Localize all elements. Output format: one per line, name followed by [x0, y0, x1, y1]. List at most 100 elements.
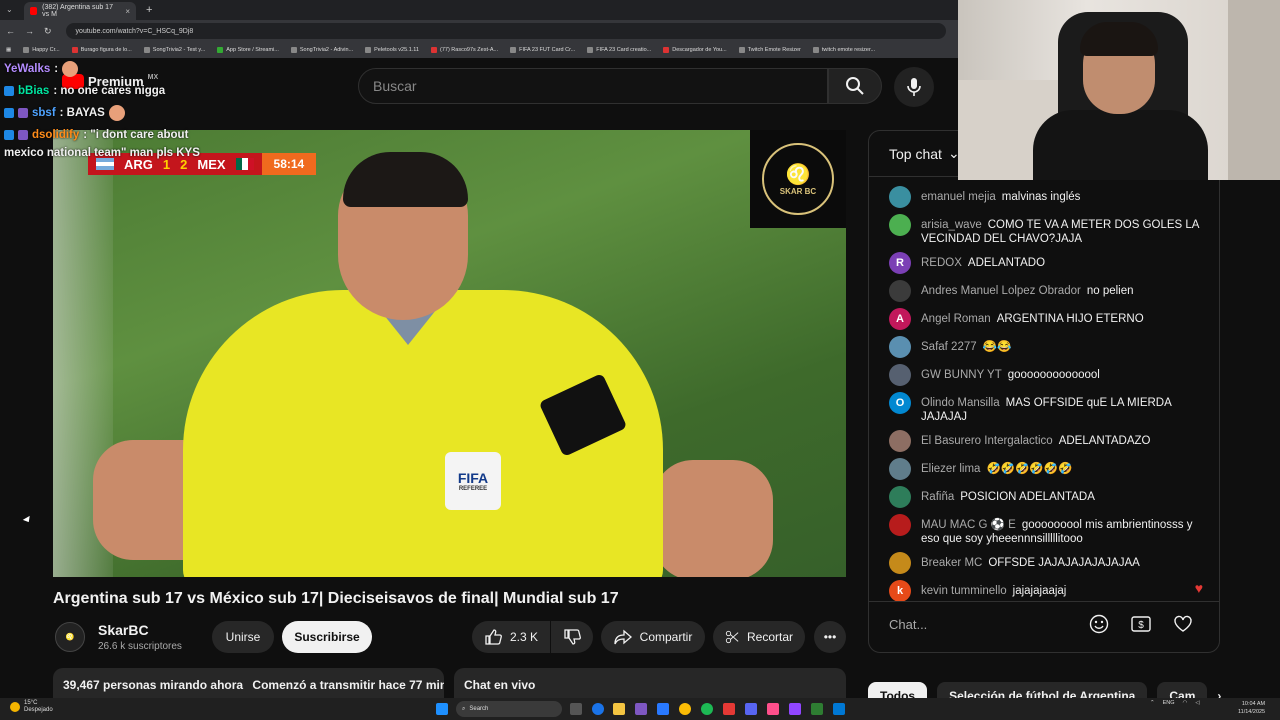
twitch-icon[interactable] [789, 703, 801, 715]
volume-icon[interactable]: ◁ [1195, 700, 1199, 706]
app-icon[interactable] [811, 703, 823, 715]
user-avatar[interactable]: O [889, 392, 911, 414]
share-button[interactable]: Compartir [601, 621, 705, 653]
app-icon[interactable] [635, 703, 647, 715]
chevron-up-icon[interactable]: ⌃ [1150, 700, 1155, 706]
bookmark-item[interactable]: Burago figura de lo... [71, 47, 132, 53]
bookmark-item[interactable]: Happy Cr... [23, 47, 60, 53]
top-chat-dropdown[interactable]: Top chat [889, 146, 942, 162]
user-avatar[interactable] [889, 552, 911, 574]
user-avatar[interactable] [889, 186, 911, 208]
super-chat-button[interactable]: $ [1129, 612, 1153, 636]
app-icon[interactable] [767, 703, 779, 715]
reload-icon[interactable]: ↻ [44, 26, 52, 37]
chat-text: POSICION ADELANTADA [960, 491, 1095, 503]
bookmark-item[interactable]: SongTrivia2 - Test y... [143, 47, 205, 53]
taskbar-search[interactable]: ⌕ Search [456, 701, 562, 717]
user-avatar[interactable] [889, 430, 911, 452]
task-view-icon[interactable] [570, 703, 582, 715]
user-avatar[interactable] [889, 514, 911, 536]
subscribe-button[interactable]: Suscribirse [282, 621, 372, 653]
like-chat-button[interactable] [1171, 612, 1195, 636]
chrome-icon[interactable] [679, 703, 691, 715]
referee-arm-right [653, 460, 773, 577]
emote-icon [108, 105, 125, 121]
discord-icon[interactable] [745, 703, 757, 715]
voice-search-button[interactable] [894, 67, 934, 107]
chat-author[interactable]: GW BUNNY YT [921, 369, 1002, 381]
search-button[interactable] [828, 68, 882, 104]
chat-author[interactable]: emanuel mejia [921, 191, 996, 203]
channel-watermark: ♌ SKAR BC [750, 130, 846, 228]
channel-name[interactable]: SkarBC [98, 622, 149, 638]
bookmark-item[interactable]: Descargador de You... [663, 47, 727, 53]
language-indicator[interactable]: ENG [1163, 700, 1175, 706]
chat-author[interactable]: El Basurero Intergalactico [921, 435, 1053, 447]
tab-list-chevron-icon[interactable]: ⌄ [6, 5, 13, 14]
browser-tab-bar: ⌄ (382) Argentina sub 17 vs M × + [0, 0, 960, 20]
bookmark-item[interactable]: FIFA 23 Card creatio... [587, 47, 651, 53]
bookmark-item[interactable]: Twitch Emote Resizer [738, 47, 801, 53]
bookmark-item[interactable]: App Store / Streami... [217, 47, 279, 53]
chat-author[interactable]: Breaker MC [921, 557, 982, 569]
weather-widget[interactable]: 15°C Despejado [10, 700, 53, 714]
user-avatar[interactable] [889, 280, 911, 302]
join-button[interactable]: Unirse [212, 621, 274, 653]
forward-arrow-icon[interactable]: → [25, 26, 34, 36]
chat-author[interactable]: Angel Roman [921, 313, 991, 325]
wifi-icon[interactable]: ◠ [1183, 700, 1188, 706]
edge-icon[interactable] [592, 703, 604, 715]
tab-close-icon[interactable]: × [125, 7, 130, 16]
back-arrow-icon[interactable]: ← [6, 26, 15, 36]
app-icon[interactable] [833, 703, 845, 715]
chat-author[interactable]: Olindo Mansilla [921, 397, 1000, 409]
user-avatar[interactable] [889, 458, 911, 480]
search-input[interactable]: Buscar [358, 68, 828, 104]
chat-input[interactable]: Chat... [889, 609, 1089, 639]
user-avatar[interactable]: A [889, 308, 911, 330]
chat-author[interactable]: MAU MAC G ⚽ E [921, 519, 1016, 531]
app-icon[interactable] [723, 703, 735, 715]
taskbar-clock[interactable]: 10:04 AM 11/14/2025 [1238, 700, 1265, 716]
bookmark-item[interactable]: twitch emote resizer... [812, 47, 875, 53]
clip-button[interactable]: Recortar [713, 621, 805, 653]
user-avatar[interactable] [889, 486, 911, 508]
search-icon [846, 77, 864, 95]
bookmark-item[interactable]: (77) Rasco97s Zest-A... [431, 47, 498, 53]
browser-tab-active[interactable]: (382) Argentina sub 17 vs M × [24, 2, 136, 20]
share-label: Compartir [639, 630, 693, 644]
apps-grid-icon[interactable]: ▦ [6, 47, 11, 53]
user-avatar[interactable] [889, 336, 911, 358]
user-avatar[interactable]: R [889, 252, 911, 274]
weather-text: Despejado [24, 707, 53, 713]
chat-author[interactable]: Rafiña [921, 491, 954, 503]
windows-start-icon[interactable] [436, 703, 448, 715]
like-button[interactable]: 2.3 K [472, 621, 550, 653]
video-player[interactable]: FIFA REFEREE [53, 130, 846, 577]
chat-author[interactable]: Safaf 2277 [921, 341, 977, 353]
heart-icon [1174, 615, 1192, 632]
chat-author[interactable]: Andres Manuel Lolpez Obrador [921, 285, 1081, 297]
bookmark-item[interactable]: FIFA 23 FUT Card Cr... [510, 47, 575, 53]
bookmark-item[interactable]: Peletools v25.1.11 [365, 47, 419, 53]
user-avatar[interactable] [889, 214, 911, 236]
badge-icon [4, 86, 14, 96]
chat-author[interactable]: arisia_wave [921, 219, 982, 231]
chat-author[interactable]: REDOX [921, 257, 962, 269]
file-explorer-icon[interactable] [613, 703, 625, 715]
more-actions-button[interactable]: ••• [814, 621, 846, 653]
new-tab-button[interactable]: + [146, 4, 152, 16]
user-avatar[interactable]: k [889, 580, 911, 602]
system-tray[interactable]: ⌃ ENG ◠ ◁ [1150, 700, 1200, 706]
user-avatar[interactable] [889, 364, 911, 386]
store-icon[interactable] [657, 703, 669, 715]
bookmark-item[interactable]: SongTrivia2 - Adivin... [290, 47, 353, 53]
emoji-button[interactable] [1087, 612, 1111, 636]
url-field[interactable]: youtube.com/watch?v=C_HSCq_9Dj8 [65, 23, 946, 39]
thumbs-down-icon [564, 629, 581, 645]
chat-author[interactable]: Eliezer lima [921, 463, 980, 475]
dislike-button[interactable] [551, 621, 593, 653]
spotify-icon[interactable] [701, 703, 713, 715]
chat-author[interactable]: kevin tumminello [921, 585, 1007, 597]
channel-avatar[interactable]: ♌ [55, 622, 85, 652]
